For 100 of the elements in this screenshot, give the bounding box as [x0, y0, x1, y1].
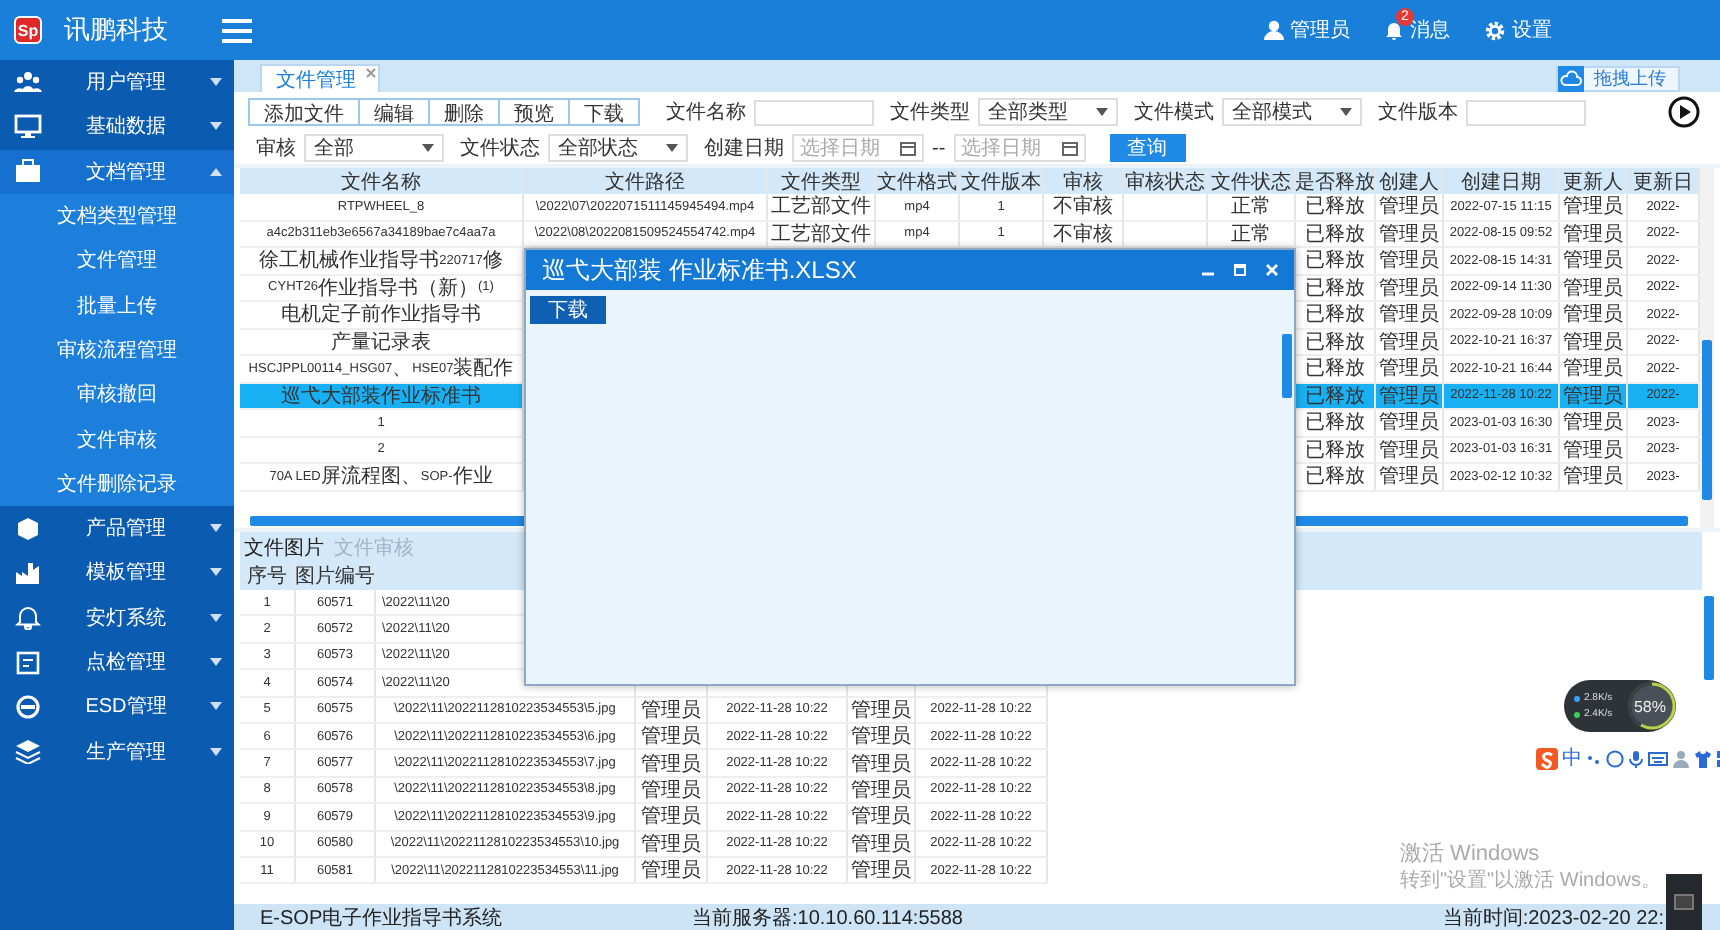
- scrollbar-thumb[interactable]: [1702, 340, 1712, 500]
- table-cell: 管理员: [636, 750, 708, 776]
- tab[interactable]: 文件管理: [260, 64, 380, 92]
- user-menu[interactable]: 管理员: [1290, 16, 1350, 44]
- dropdown[interactable]: 全部模式: [1222, 98, 1362, 126]
- activation-title: 激活 Windows: [1400, 840, 1540, 868]
- table-cell[interactable]: 管理员: [1560, 221, 1628, 246]
- scrollbar-thumb[interactable]: [1704, 596, 1714, 680]
- menu-icon[interactable]: [222, 17, 252, 43]
- nav-menu-item[interactable]: 文档管理: [0, 149, 234, 194]
- keyboard-icon[interactable]: [1648, 749, 1668, 767]
- table-cell[interactable]: 管理员: [1560, 302, 1628, 327]
- column-header: 文件状态: [1208, 168, 1296, 194]
- bell-icon: [14, 604, 42, 631]
- nav-menu-item[interactable]: 产品管理: [0, 505, 234, 551]
- search-button[interactable]: 查询: [1109, 134, 1186, 162]
- dropdown[interactable]: 全部状态: [548, 134, 688, 162]
- table-cell[interactable]: 工艺部文件: [768, 194, 876, 219]
- upload-button[interactable]: 拖拽上传: [1556, 65, 1680, 91]
- table-cell[interactable]: 正常: [1208, 194, 1296, 219]
- table-cell[interactable]: 管理员: [1560, 329, 1628, 354]
- toolbar-button[interactable]: 添加文件: [248, 98, 360, 126]
- caret-icon: [666, 144, 678, 152]
- messages-link[interactable]: 消息: [1410, 16, 1450, 44]
- taskbar-button[interactable]: [1666, 874, 1702, 930]
- toolbar-button[interactable]: 编辑: [358, 98, 430, 126]
- nav-submenu-item[interactable]: 审核撤回: [0, 372, 234, 417]
- toolbar-button[interactable]: 下载: [568, 98, 640, 126]
- nav-submenu-item[interactable]: 批量上传: [0, 282, 234, 328]
- nav-menu-item[interactable]: 模板管理: [0, 550, 234, 596]
- table-cell[interactable]: 管理员: [1376, 275, 1444, 300]
- table-cell[interactable]: 管理员: [1560, 275, 1628, 300]
- nav-menu-item[interactable]: 点检管理: [0, 639, 234, 685]
- table-cell[interactable]: 管理员: [1376, 410, 1444, 435]
- table-cell: 管理员: [636, 857, 708, 883]
- table-cell[interactable]: 管理员: [1376, 302, 1444, 327]
- column-header: 审核: [1044, 168, 1124, 194]
- nav-submenu-item[interactable]: 文件删除记录: [0, 461, 234, 506]
- input-field[interactable]: [754, 99, 874, 125]
- nav-menu-item[interactable]: ESD管理: [0, 684, 234, 729]
- table-cell[interactable]: 管理员: [1376, 329, 1444, 354]
- scrollbar-thumb[interactable]: [1282, 334, 1292, 398]
- microphone-icon[interactable]: [1628, 749, 1644, 767]
- ime-logo-icon[interactable]: [1536, 747, 1558, 769]
- nav-submenu-item[interactable]: 审核流程管理: [0, 327, 234, 373]
- table-cell[interactable]: 巡弋大部装作业标准书: [240, 383, 524, 408]
- maximize-icon[interactable]: [1234, 264, 1246, 276]
- table-cell[interactable]: 管理员: [1376, 194, 1444, 219]
- table-cell: 管理员: [848, 804, 916, 830]
- table-cell[interactable]: 管理员: [1376, 221, 1444, 246]
- field-label: 创建日期: [704, 135, 784, 162]
- close-icon[interactable]: [366, 68, 376, 78]
- window-icon: [1674, 894, 1694, 910]
- table-cell[interactable]: 管理员: [1376, 248, 1444, 273]
- tab[interactable]: 文件图片: [244, 533, 324, 561]
- table-cell[interactable]: 管理员: [1376, 383, 1444, 408]
- table-cell[interactable]: 管理员: [1560, 410, 1628, 435]
- table-cell[interactable]: 工艺部文件: [768, 221, 876, 246]
- table-cell[interactable]: 管理员: [1560, 194, 1628, 219]
- nav-menu-item[interactable]: 用户管理: [0, 60, 234, 105]
- table-cell: 管理员: [848, 857, 916, 883]
- nav-submenu-item[interactable]: 文件管理: [0, 238, 234, 283]
- nav-submenu-item[interactable]: 文档类型管理: [0, 193, 234, 239]
- table-cell[interactable]: 不审核: [1044, 194, 1124, 219]
- calendar-icon: [900, 140, 916, 156]
- table-cell[interactable]: 已释放: [1296, 221, 1376, 246]
- table-cell[interactable]: 管理员: [1376, 464, 1444, 489]
- dropdown[interactable]: 全部类型: [978, 98, 1118, 126]
- shirt-icon[interactable]: [1694, 749, 1712, 767]
- ime-mode[interactable]: 中: [1562, 744, 1582, 772]
- emoji-icon[interactable]: [1606, 749, 1624, 767]
- users-icon: [14, 69, 42, 96]
- input-field[interactable]: [1466, 99, 1586, 125]
- toolbar-button[interactable]: 预览: [498, 98, 570, 126]
- table-cell[interactable]: 管理员: [1376, 356, 1444, 381]
- download-button[interactable]: 下载: [530, 296, 606, 324]
- table-cell[interactable]: 已释放: [1296, 383, 1376, 408]
- table-cell[interactable]: 不审核: [1044, 221, 1124, 246]
- table-cell[interactable]: 管理员: [1560, 464, 1628, 489]
- settings-link[interactable]: 设置: [1512, 16, 1552, 44]
- caret-icon: [210, 167, 222, 176]
- play-icon[interactable]: [1668, 96, 1700, 128]
- table-cell[interactable]: 管理员: [1376, 437, 1444, 462]
- person-icon[interactable]: [1672, 749, 1690, 767]
- nav-menu-item[interactable]: 安灯系统: [0, 595, 234, 640]
- caret-icon: [422, 144, 434, 152]
- nav-menu-item[interactable]: 基础数据: [0, 104, 234, 150]
- table-cell[interactable]: 管理员: [1560, 248, 1628, 273]
- dropdown[interactable]: 全部: [304, 134, 444, 162]
- toolbar-button[interactable]: 删除: [428, 98, 500, 126]
- table-cell[interactable]: 管理员: [1560, 437, 1628, 462]
- table-cell[interactable]: 管理员: [1560, 383, 1628, 408]
- monitor-icon: [14, 113, 42, 140]
- nav-menu-item[interactable]: 生产管理: [0, 728, 234, 774]
- table-cell[interactable]: 已释放: [1296, 194, 1376, 219]
- caret-icon: [210, 747, 222, 756]
- nav-submenu-item[interactable]: 文件审核: [0, 416, 234, 462]
- table-cell[interactable]: 管理员: [1560, 356, 1628, 381]
- table-cell[interactable]: 正常: [1208, 221, 1296, 246]
- column-header: 更新人: [1560, 168, 1628, 194]
